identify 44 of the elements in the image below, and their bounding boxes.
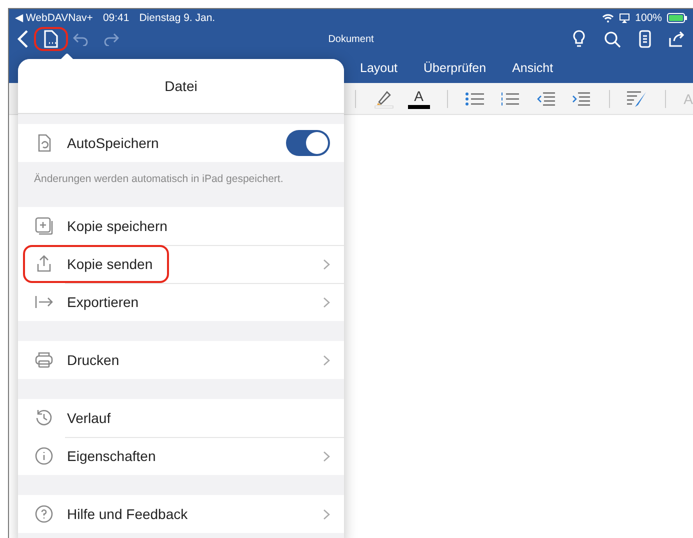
plus-square-icon — [34, 216, 54, 236]
screen-mirroring-icon — [619, 12, 630, 22]
phone-icon — [639, 30, 651, 48]
status-time: 09:41 — [102, 12, 130, 24]
document-title: Dokument — [328, 34, 374, 44]
share-button[interactable] — [669, 31, 685, 47]
autosave-note: Änderungen werden automatisch in iPad gespeichert. — [34, 173, 284, 185]
lightbulb-icon — [572, 30, 586, 48]
highlighter-icon — [372, 88, 394, 108]
ribbon-tab[interactable]: Überprüfen — [422, 61, 488, 75]
status-date: Dienstag 9. Jan. — [139, 12, 216, 24]
help-icon — [34, 504, 54, 524]
file-button[interactable] — [34, 27, 68, 51]
search-button[interactable] — [604, 30, 621, 48]
toggle-switch[interactable] — [286, 130, 330, 156]
share-icon — [669, 31, 685, 47]
back-app-label[interactable]: ◀ WebDAVNav+ — [15, 11, 93, 24]
lightbulb-button[interactable] — [572, 30, 586, 48]
font-style-glyph: A — [684, 90, 693, 106]
mobile-view-button[interactable] — [639, 30, 651, 48]
search-icon — [604, 30, 621, 48]
redo-icon — [103, 32, 119, 46]
indent-icon — [570, 92, 591, 106]
info-icon — [34, 446, 54, 466]
bullet-list-icon — [465, 92, 485, 106]
history-icon — [34, 408, 54, 428]
outdent-icon — [536, 92, 556, 106]
document-icon — [43, 30, 59, 48]
back-button[interactable] — [17, 29, 29, 49]
wifi-icon — [602, 12, 614, 22]
undo-icon — [73, 32, 89, 46]
ribbon-tab[interactable]: Layout — [358, 61, 400, 75]
highlight-outline — [34, 27, 68, 51]
ribbon-tab[interactable]: Ansicht — [510, 61, 556, 75]
battery-percent: 100% — [635, 12, 662, 24]
numbered-list-icon — [500, 92, 520, 106]
undo-button[interactable] — [73, 32, 89, 46]
chevron-left-icon — [17, 29, 29, 49]
menu-item-label: AutoSpeichern — [67, 135, 160, 151]
printer-icon — [34, 350, 54, 370]
redo-button[interactable] — [103, 32, 119, 46]
battery-icon — [667, 12, 687, 22]
menu-title: Datei — [164, 78, 198, 94]
font-color-button[interactable]: A — [401, 88, 436, 108]
